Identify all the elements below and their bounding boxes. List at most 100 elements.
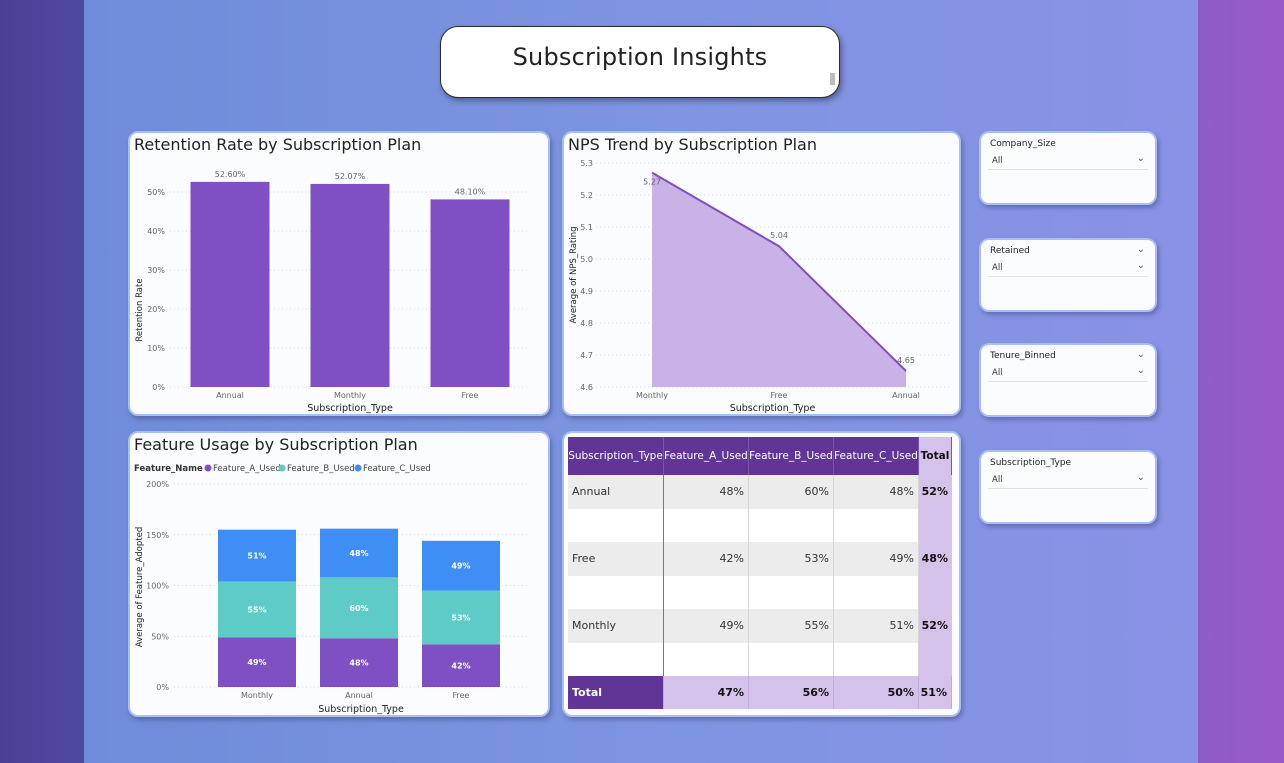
- matrix-row[interactable]: Monthly 49% 55% 51% 52%: [568, 609, 952, 643]
- data-label: 48%: [349, 549, 368, 558]
- matrix-cell: 42%: [664, 542, 749, 576]
- matrix-cell: Monthly: [568, 609, 664, 643]
- legend-marker: [204, 464, 212, 472]
- y-tick-label: 4.8: [580, 319, 593, 328]
- matrix-cell: 55%: [749, 609, 834, 643]
- matrix-header-cell[interactable]: Feature_A_Used: [664, 437, 749, 475]
- slicer-label: Subscription_Type: [990, 458, 1072, 468]
- matrix-cell: 52%: [919, 475, 952, 509]
- slicer-dropdown[interactable]: All ⌄: [988, 364, 1148, 382]
- data-label: 55%: [247, 605, 266, 614]
- y-tick-label: 30%: [147, 266, 165, 275]
- bar: [190, 181, 270, 387]
- matrix-header-row: Subscription_Type Feature_A_Used Feature…: [568, 437, 952, 475]
- matrix-header-cell[interactable]: Subscription_Type: [568, 437, 664, 475]
- matrix-cell: 49%: [834, 542, 919, 576]
- x-tick-label: Annual: [216, 391, 244, 400]
- slicer-dropdown[interactable]: All ⌄: [988, 259, 1148, 277]
- y-axis-title: Average of NPS_Rating: [569, 226, 579, 323]
- matrix-cell: 51%: [834, 609, 919, 643]
- slicer-company-size[interactable]: Company_Size All ⌄: [979, 131, 1157, 205]
- data-label: 48%: [349, 659, 368, 668]
- x-axis-title: Subscription_Type: [730, 403, 816, 414]
- matrix-spacer-row: [568, 508, 952, 542]
- left-margin: [0, 0, 84, 763]
- slicer-dropdown[interactable]: All ⌄: [988, 152, 1148, 170]
- slicer-label: Tenure_Binned: [990, 351, 1056, 361]
- y-tick-label: 40%: [147, 227, 165, 236]
- x-tick-label: Monthly: [636, 391, 668, 400]
- bar: [310, 183, 390, 387]
- page-title: Subscription Insights: [512, 43, 768, 71]
- matrix-total-cell: 47%: [664, 676, 749, 709]
- matrix-cell: 60%: [749, 475, 834, 509]
- slicer-label: Company_Size: [990, 139, 1056, 149]
- slicer-value: All: [992, 475, 1003, 485]
- x-tick-label: Free: [453, 691, 470, 700]
- y-tick-label: 50%: [151, 632, 169, 641]
- matrix-cell: 52%: [919, 609, 952, 643]
- x-tick-label: Monthly: [334, 391, 366, 400]
- data-label: 49%: [451, 562, 470, 571]
- x-tick-label: Annual: [345, 691, 373, 700]
- matrix-cell: 48%: [834, 475, 919, 509]
- legend-marker: [354, 464, 362, 472]
- matrix-header-cell[interactable]: Feature_B_Used: [749, 437, 834, 475]
- chevron-down-icon[interactable]: ⌄: [1137, 365, 1145, 376]
- y-tick-label: 10%: [147, 344, 165, 353]
- nps-chart-card[interactable]: NPS Trend by Subscription Plan 4.6 4.7 4.8…: [562, 131, 961, 416]
- data-label: 52.60%: [215, 170, 246, 179]
- chevron-down-icon[interactable]: ⌄: [1137, 472, 1145, 483]
- matrix-card[interactable]: Subscription_Type Feature_A_Used Feature…: [562, 431, 961, 717]
- data-label: 49%: [247, 658, 266, 667]
- chevron-down-icon[interactable]: ⌄: [1137, 244, 1145, 255]
- retention-chart: 0% 10% 20% 30% 40% 50% 52.60% Annual 52.07% Month…: [135, 170, 530, 414]
- y-tick-label: 100%: [146, 582, 169, 591]
- data-label: 4.65: [897, 356, 915, 365]
- chevron-down-icon[interactable]: ⌄: [1137, 153, 1145, 164]
- matrix-total-cell: 56%: [749, 676, 834, 709]
- legend-label: Feature_A_Used: [213, 464, 281, 474]
- matrix-total-cell: 51%: [919, 676, 952, 709]
- y-tick-label: 0%: [152, 383, 165, 392]
- slicer-subscription-type[interactable]: Subscription_Type All ⌄: [979, 450, 1157, 524]
- data-label: 51%: [247, 552, 266, 561]
- y-tick-label: 5.3: [580, 159, 593, 168]
- matrix-total-cell: 50%: [834, 676, 919, 709]
- y-tick-label: 150%: [146, 531, 169, 540]
- matrix-cell: Annual: [568, 475, 664, 509]
- matrix-cell: 48%: [919, 542, 952, 576]
- slicer-label: Retained: [990, 246, 1030, 256]
- y-tick-label: 200%: [146, 480, 169, 489]
- legend-label: Feature_C_Used: [363, 464, 431, 474]
- matrix-cell: 49%: [664, 609, 749, 643]
- slicer-retained[interactable]: Retained ⌄ All ⌄: [979, 238, 1157, 312]
- bar: [430, 199, 510, 387]
- y-axis-title: Average of Feature_Adopted: [135, 527, 145, 648]
- matrix-header-cell[interactable]: Feature_C_Used: [834, 437, 919, 475]
- x-axis-title: Subscription_Type: [318, 704, 404, 715]
- data-label: 52.07%: [335, 172, 366, 181]
- y-tick-label: 5.1: [580, 223, 593, 232]
- data-label: 5.27: [643, 178, 661, 187]
- matrix-header-cell[interactable]: Total: [919, 437, 952, 475]
- legend-marker: [278, 464, 286, 472]
- x-tick-label: Free: [771, 391, 788, 400]
- matrix-row[interactable]: Free 42% 53% 49% 48%: [568, 542, 952, 576]
- matrix-cell: 53%: [749, 542, 834, 576]
- x-tick-label: Monthly: [241, 691, 273, 700]
- data-label: 42%: [451, 662, 470, 671]
- matrix-row[interactable]: Annual 48% 60% 48% 52%: [568, 475, 952, 509]
- data-label: 48.10%: [455, 187, 486, 196]
- feature-chart-card[interactable]: Feature Usage by Subscription Plan Featu…: [128, 431, 550, 717]
- matrix-total-cell: Total: [568, 676, 664, 709]
- title-scrollbar[interactable]: [830, 73, 835, 85]
- slicer-tenure-binned[interactable]: Tenure_Binned ⌄ All ⌄: [979, 343, 1157, 417]
- retention-chart-card[interactable]: Retention Rate by Subscription Plan 0% 10…: [128, 131, 550, 416]
- slicer-dropdown[interactable]: All ⌄: [988, 471, 1148, 489]
- y-tick-label: 5.0: [580, 255, 593, 264]
- matrix-total-row[interactable]: Total 47% 56% 50% 51%: [568, 676, 952, 709]
- chevron-down-icon[interactable]: ⌄: [1137, 349, 1145, 360]
- chevron-down-icon[interactable]: ⌄: [1137, 260, 1145, 271]
- data-label: 5.04: [770, 231, 788, 240]
